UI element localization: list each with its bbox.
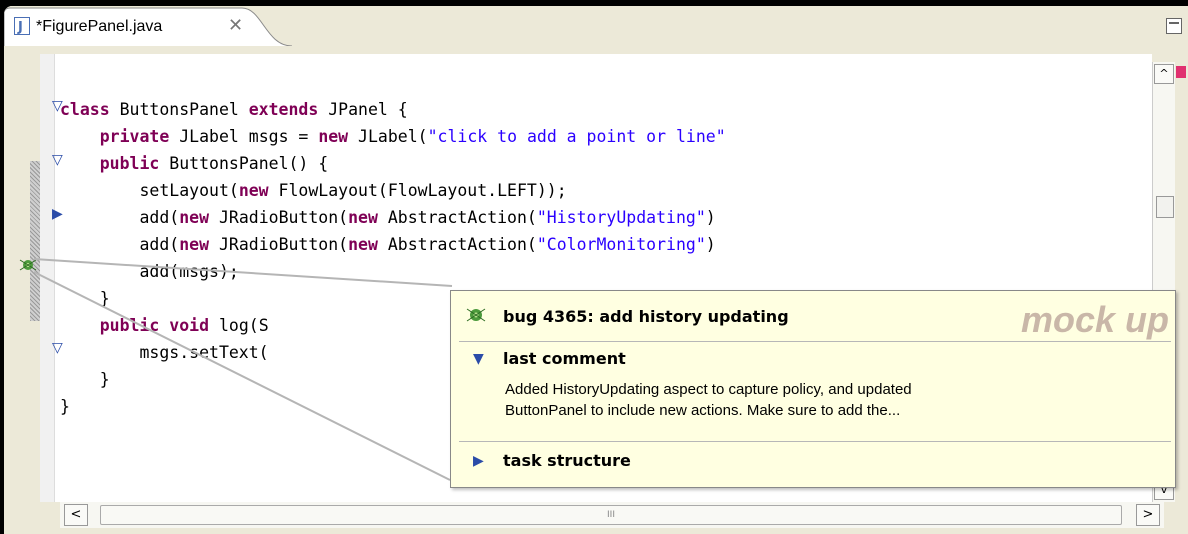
bug-title[interactable]: bug 4365: add history updating [503,307,789,326]
close-icon[interactable]: ✕ [228,15,243,36]
code-line[interactable]: add(new JRadioButton(new AbstractAction(… [60,204,726,231]
change-indicator [30,161,40,321]
code-token: ) [705,208,716,227]
minimize-button[interactable] [1166,18,1182,34]
error-marker[interactable] [1176,66,1186,78]
editor-panel: J *FigurePanel.java ✕ ▽ ▽ ▶ ▽ class Butt… [4,6,1188,534]
comment-text: Added HistoryUpdating aspect to capture … [505,379,912,421]
code-token: } [60,397,70,416]
code-line[interactable]: public ButtonsPanel() { [60,150,726,177]
code-token: AbstractAction( [377,208,537,227]
code-token: JLabel( [348,127,428,146]
code-line[interactable]: add(new JRadioButton(new AbstractAction(… [60,231,726,258]
keyword-token: new [318,127,349,146]
keyword-token: new [179,208,210,227]
last-comment-heading[interactable]: last comment [503,349,626,368]
code-token: JPanel { [318,100,408,119]
svg-text:J: J [17,20,23,35]
annotation-ruler [40,54,55,502]
tab-figurepanel[interactable]: J *FigurePanel.java ✕ [4,6,293,46]
code-token: JRadioButton( [209,235,349,254]
code-token: } [60,370,110,389]
string-token: "HistoryUpdating" [536,208,706,227]
code-token: log(S [209,316,269,335]
keyword-token: new [179,235,210,254]
keyword-token: new [348,208,378,227]
mock-up-watermark: mock up [1020,299,1169,340]
code-line[interactable]: setLayout(new FlowLayout(FlowLayout.LEFT… [60,177,726,204]
tab-strip: J *FigurePanel.java ✕ [4,6,1188,46]
scroll-thumb[interactable] [1156,196,1174,218]
tab-title: *FigurePanel.java [36,18,163,35]
code-token: JLabel msgs = [169,127,319,146]
keyword-token: extends [248,100,319,119]
code-line[interactable]: add(msgs); [60,258,726,285]
scroll-right-button[interactable]: > [1136,504,1160,526]
collapsed-triangle-icon[interactable]: ▶ [473,453,484,469]
divider [459,341,1171,342]
comment-line: ButtonPanel to include new actions. Make… [505,402,901,419]
string-token: "click to add a point or line" [427,127,726,146]
horizontal-scroll-thumb[interactable]: III [100,505,1122,525]
keyword-token: public [99,154,160,173]
code-token: msgs.setText( [60,343,269,362]
code-token: setLayout( [60,181,239,200]
divider [459,441,1171,442]
code-token: ButtonsPanel() { [159,154,329,173]
editor-window: J *FigurePanel.java ✕ ▽ ▽ ▶ ▽ class Butt… [0,0,1188,534]
keyword-token: public [99,316,160,335]
string-token: "ColorMonitoring" [536,235,706,254]
keyword-token: new [348,235,378,254]
bug-hover-popup[interactable]: bug 4365: add history updating mock up ▼… [450,290,1176,488]
task-structure-heading[interactable]: task structure [503,451,631,470]
code-token: JRadioButton( [209,208,349,227]
java-file-icon: J [14,17,30,35]
code-token: } [60,289,110,308]
horizontal-scrollbar[interactable]: < III > [60,502,1164,528]
code-token: add(msgs); [60,262,239,281]
bug-icon[interactable] [18,256,38,278]
code-line[interactable]: class ButtonsPanel extends JPanel { [60,96,726,123]
code-token: AbstractAction( [377,235,537,254]
code-token: FlowLayout(FlowLayout.LEFT)); [268,181,567,200]
keyword-token: class [60,100,110,119]
code-line[interactable]: private JLabel msgs = new JLabel("click … [60,123,726,150]
comment-line: Added HistoryUpdating aspect to capture … [505,381,912,398]
keyword-token: new [238,181,269,200]
scroll-left-button[interactable]: < [64,504,88,526]
code-token: add( [60,235,180,254]
bug-icon [465,305,487,329]
keyword-token: void [169,316,210,335]
scroll-up-button[interactable]: ^ [1154,64,1174,84]
expanded-triangle-icon[interactable]: ▼ [473,351,484,367]
code-token: ButtonsPanel [109,100,249,119]
code-token: add( [60,208,180,227]
code-token: ) [705,235,716,254]
keyword-token: private [99,127,170,146]
